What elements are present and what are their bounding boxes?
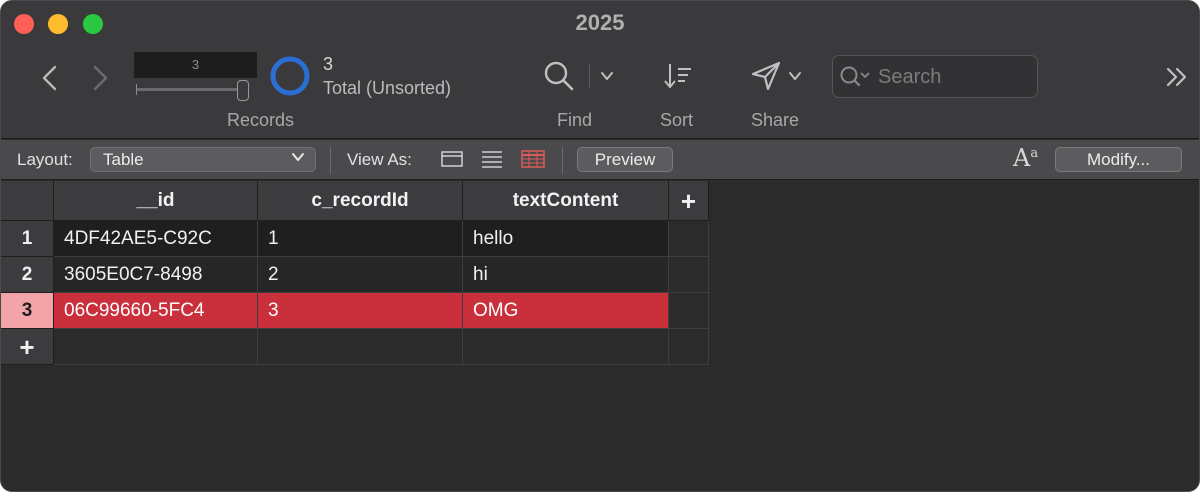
search-icon[interactable] [839, 64, 871, 90]
record-slider-thumb[interactable] [237, 80, 249, 101]
modify-button[interactable]: Modify... [1055, 147, 1182, 172]
layout-bar-separator [330, 147, 331, 174]
table-cell[interactable]: hi [463, 257, 669, 293]
column-header-recordid[interactable]: c_recordId [258, 181, 463, 221]
share-label[interactable]: Share [751, 110, 799, 131]
table-cell-active[interactable]: 06C99660-5FC4 [54, 293, 258, 329]
view-as-label: View As: [347, 150, 412, 169]
table-cell-active[interactable]: OMG [463, 293, 669, 329]
table-filler-cell [669, 257, 709, 293]
sort-icon[interactable] [662, 61, 694, 91]
record-pie-icon [270, 56, 310, 96]
font-size-icon-sup: a [1030, 146, 1039, 161]
table-cell[interactable]: 3605E0C7-8498 [54, 257, 258, 293]
table-cell[interactable]: 4DF42AE5-C92C [54, 221, 258, 257]
row-number-active[interactable]: 3 [1, 293, 54, 329]
table-area: __id c_recordId textContent + 1 4DF42AE5… [1, 181, 1199, 491]
find-label[interactable]: Find [557, 110, 592, 131]
chevron-right-icon[interactable] [85, 61, 115, 95]
table-cell-active[interactable]: 3 [258, 293, 463, 329]
table-filler-cell [258, 329, 463, 365]
share-chevron-down-icon[interactable] [787, 69, 803, 83]
window-title: 2025 [575, 10, 625, 35]
table-cell[interactable]: 2 [258, 257, 463, 293]
record-slider-track[interactable] [136, 88, 246, 91]
current-record-field[interactable]: 3 [134, 52, 257, 78]
toolbar: 2025 3 3 Total (Unsorted) Records Find S… [1, 1, 1199, 139]
form-view-icon[interactable] [440, 149, 464, 169]
row-number[interactable]: 1 [1, 221, 54, 257]
table-filler-cell [463, 329, 669, 365]
table-corner [1, 181, 54, 221]
table-filler-cell [54, 329, 258, 365]
magnifier-icon[interactable] [542, 59, 576, 93]
layout-chevron-down-icon[interactable] [290, 150, 306, 164]
layout-bar: Layout: Table View As: Preview Aa Modify… [1, 140, 1199, 180]
record-status: Total (Unsorted) [323, 78, 452, 98]
font-size-icon[interactable]: Aa [1013, 144, 1038, 172]
table-filler-cell [669, 293, 709, 329]
layout-select[interactable]: Table [90, 147, 316, 172]
find-separator [589, 64, 590, 88]
table-cell[interactable]: hello [463, 221, 669, 257]
search-input[interactable] [878, 63, 1028, 91]
sort-label[interactable]: Sort [660, 110, 693, 131]
column-header-id[interactable]: __id [54, 181, 258, 221]
add-column-button[interactable]: + [669, 181, 709, 221]
column-header-textcontent[interactable]: textContent [463, 181, 669, 221]
app-window: 2025 3 3 Total (Unsorted) Records Find S… [0, 0, 1200, 492]
record-slider-start-tick [136, 84, 137, 95]
layout-label: Layout: [17, 150, 73, 169]
layout-bar-separator [562, 147, 563, 174]
table-view-icon[interactable] [521, 149, 545, 169]
chevron-left-icon[interactable] [35, 61, 65, 95]
record-count: 3 [323, 54, 334, 74]
records-label: Records [227, 110, 295, 130]
paper-plane-icon[interactable] [749, 59, 783, 93]
find-chevron-down-icon[interactable] [599, 69, 615, 83]
double-chevron-right-icon[interactable] [1164, 65, 1190, 89]
font-size-icon-letter: A [1013, 144, 1031, 172]
row-number[interactable]: 2 [1, 257, 54, 293]
table-cell[interactable]: 1 [258, 221, 463, 257]
add-row-button[interactable]: + [1, 329, 54, 365]
list-view-icon[interactable] [480, 149, 504, 169]
preview-button[interactable]: Preview [577, 147, 673, 172]
table-filler-cell [669, 329, 709, 365]
table-filler-cell [669, 221, 709, 257]
